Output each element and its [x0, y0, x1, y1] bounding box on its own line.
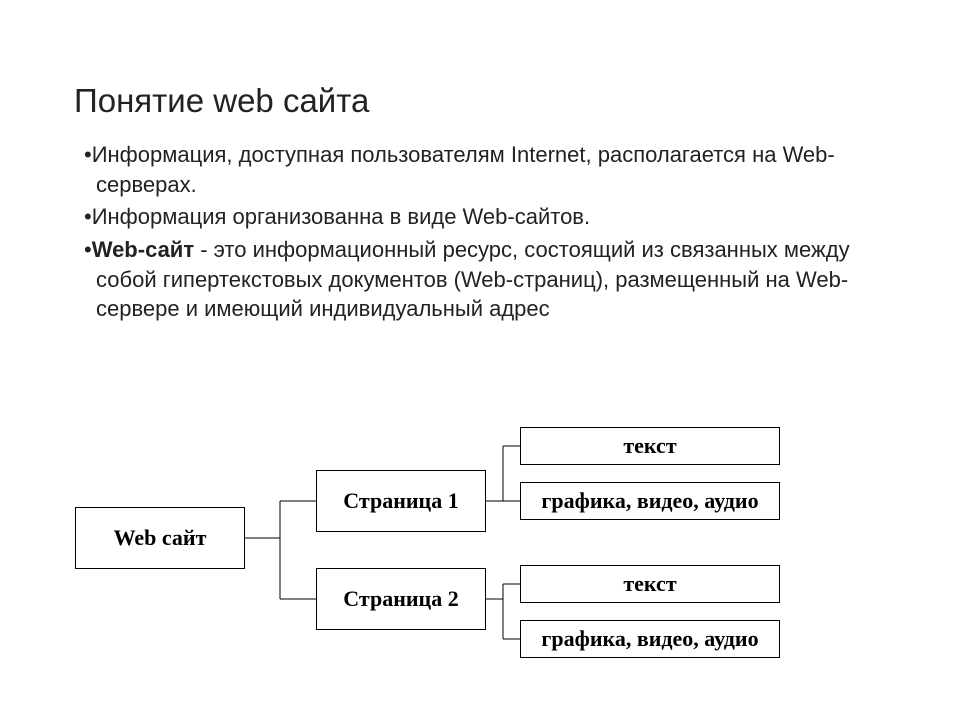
diagram-node-page2: Страница 2 — [316, 568, 486, 630]
diagram-node-page1: Страница 1 — [316, 470, 486, 532]
bullet-item: Информация, доступная пользователям Inte… — [60, 140, 900, 199]
diagram-node-leaf: текст — [520, 565, 780, 603]
slide-title: Понятие web сайта — [74, 82, 900, 120]
bullet-item: Web-сайт - это информационный ресурс, со… — [60, 235, 900, 324]
bold-term: Web-сайт — [92, 237, 194, 262]
diagram-node-root: Web сайт — [75, 507, 245, 569]
bullet-item: Информация организованна в виде Web-сайт… — [60, 202, 900, 232]
diagram-node-leaf: графика, видео, аудио — [520, 482, 780, 520]
bullet-list: Информация, доступная пользователям Inte… — [60, 140, 900, 324]
slide-content: Понятие web сайта Информация, доступная … — [0, 0, 960, 324]
diagram-node-leaf: текст — [520, 427, 780, 465]
diagram-node-leaf: графика, видео, аудио — [520, 620, 780, 658]
bullet-text: - это информационный ресурс, состоящий и… — [96, 237, 850, 321]
